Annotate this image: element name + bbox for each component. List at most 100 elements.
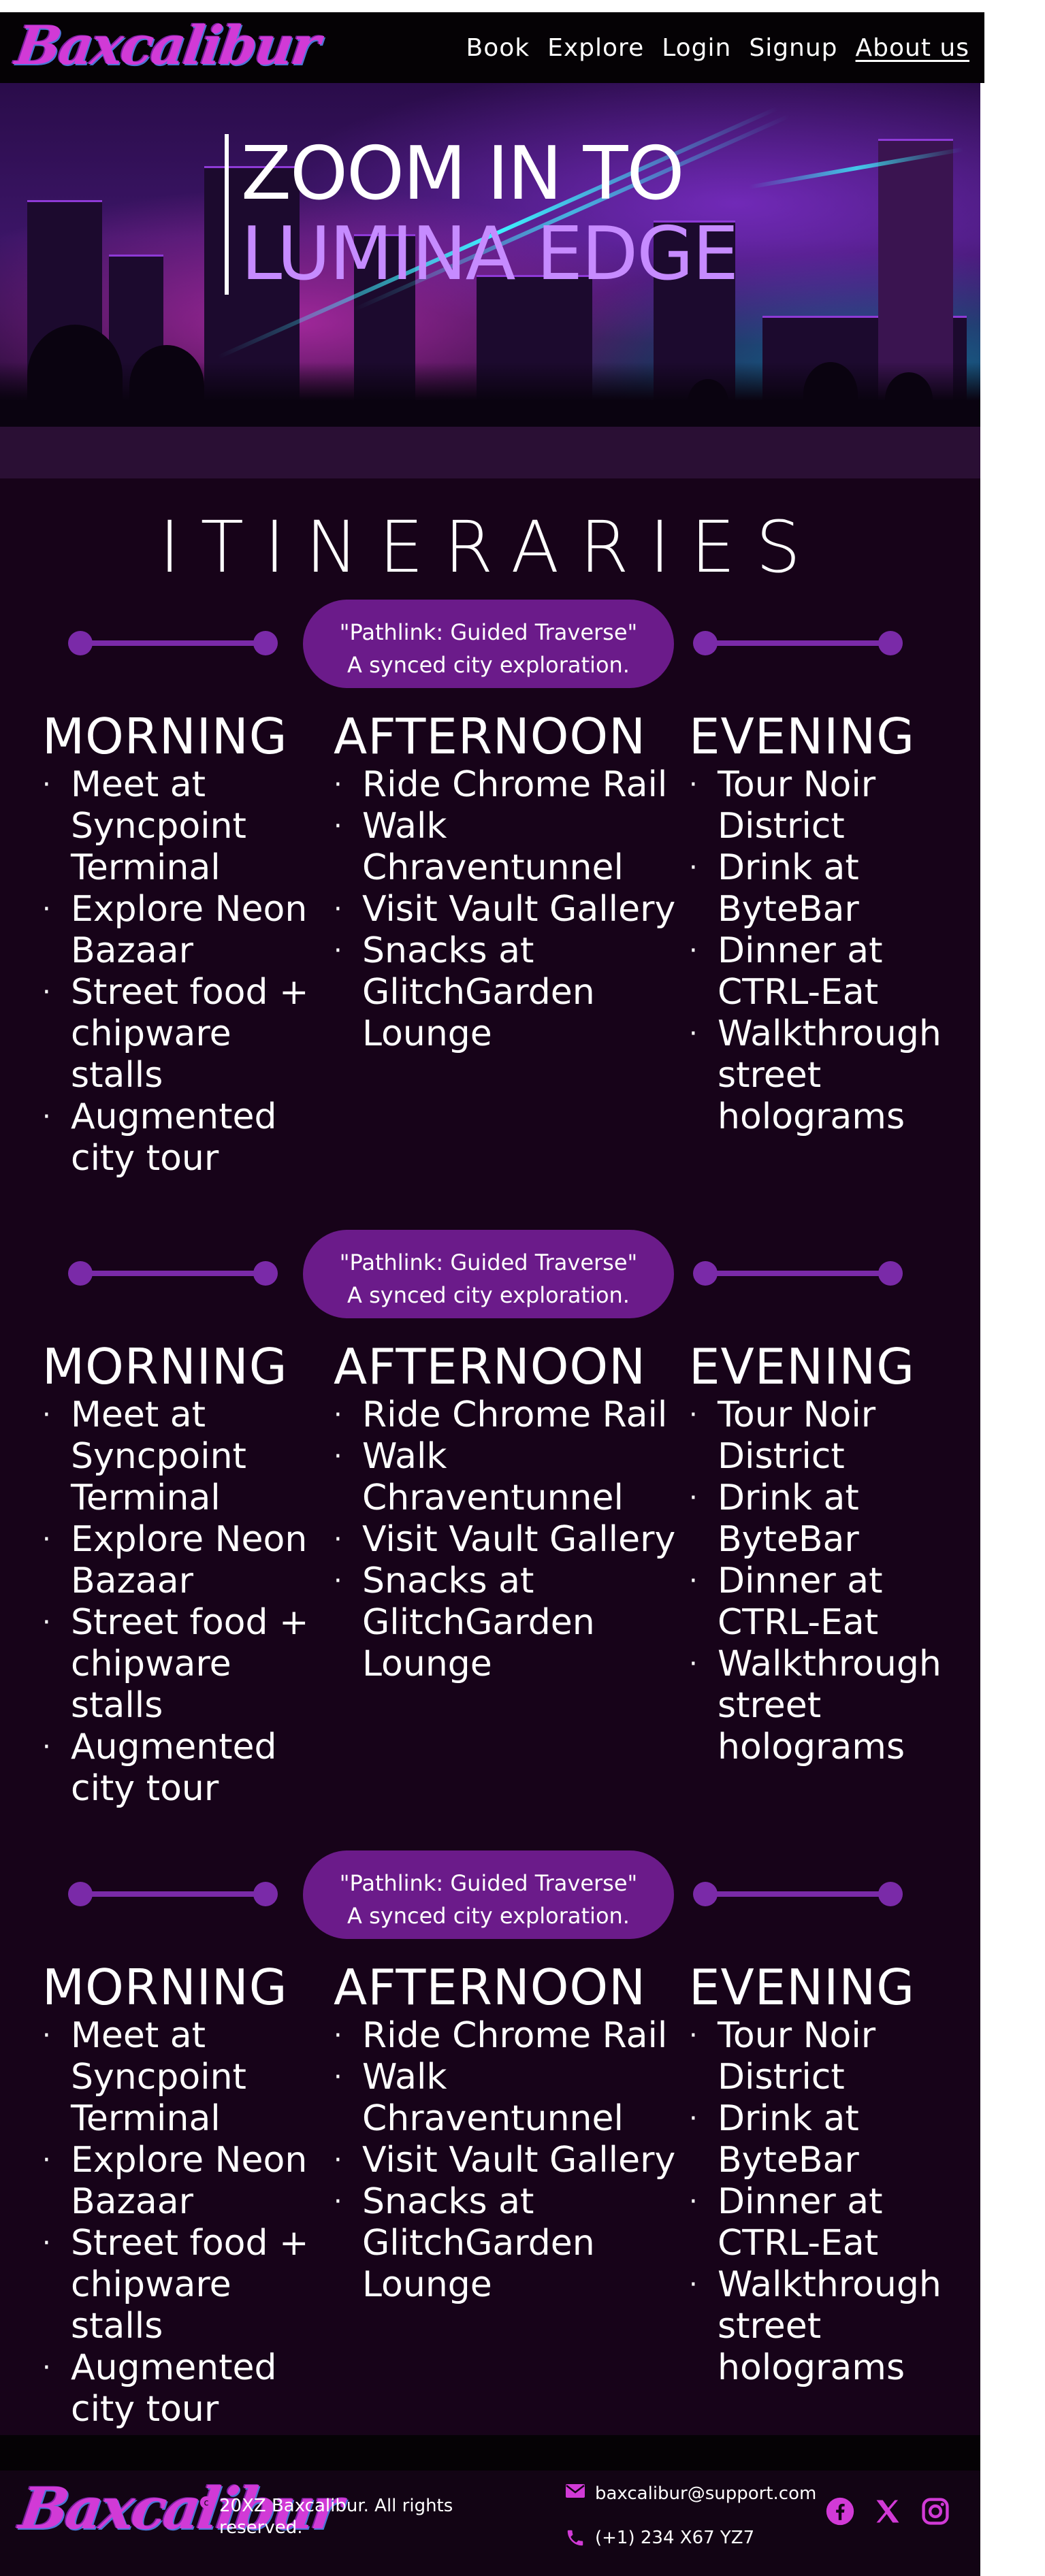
evening-column: EVENING Tour Noir District Drink at Byte… [689, 1959, 968, 2389]
morning-list: Meet at Syncpoint Terminal Explore Neon … [42, 2015, 315, 2430]
connector-dot [253, 631, 278, 655]
email-text[interactable]: baxcalibur@support.com [595, 2483, 816, 2505]
afternoon-heading: AFTERNOON [334, 1959, 646, 2016]
morning-column: MORNING Meet at Syncpoint Terminal Explo… [42, 1959, 315, 2430]
list-item: Ride Chrome Rail [334, 2015, 701, 2057]
afternoon-heading: AFTERNOON [334, 708, 646, 765]
list-item: Dinner at CTRL-Eat [689, 1561, 968, 1644]
afternoon-list: Ride Chrome Rail Walk Chraventunnel Visi… [334, 1395, 701, 1685]
list-item: Dinner at CTRL-Eat [689, 2181, 968, 2264]
list-item: Visit Vault Gallery [334, 889, 701, 930]
connector-dot [878, 1261, 903, 1286]
email-row[interactable]: baxcalibur@support.com [565, 2483, 816, 2505]
list-item: Walk Chraventunnel [334, 2057, 701, 2140]
list-item: Tour Noir District [689, 764, 968, 847]
morning-list: Meet at Syncpoint Terminal Explore Neon … [42, 1395, 315, 1810]
pill-subtitle: A synced city exploration. [347, 652, 630, 678]
hero-title-line2: LUMINA EDGE [241, 212, 739, 297]
connector-line [705, 1891, 890, 1897]
list-item: Explore Neon Bazaar [42, 889, 315, 972]
list-item: Explore Neon Bazaar [42, 1519, 315, 1602]
instagram-icon[interactable] [920, 2496, 950, 2526]
list-item: Meet at Syncpoint Terminal [42, 764, 315, 889]
itinerary-pill[interactable]: "Pathlink: Guided Traverse" A synced cit… [303, 1230, 674, 1318]
itinerary-block: "Pathlink: Guided Traverse" A synced cit… [0, 600, 980, 1233]
afternoon-heading: AFTERNOON [334, 1338, 646, 1395]
nav-link-explore[interactable]: Explore [547, 34, 644, 62]
hero-title-line1: ZOOM IN TO [241, 131, 684, 216]
footer-top-band [0, 2435, 980, 2471]
list-item: Drink at ByteBar [689, 1478, 968, 1561]
list-item: Street food + chipware stalls [42, 972, 315, 1096]
connector-dot [878, 631, 903, 655]
connector-line [705, 1271, 890, 1276]
list-item: Walk Chraventunnel [334, 1436, 701, 1519]
itinerary-block: "Pathlink: Guided Traverse" A synced cit… [0, 1851, 980, 2483]
evening-column: EVENING Tour Noir District Drink at Byte… [689, 708, 968, 1138]
list-item: Tour Noir District [689, 1395, 968, 1478]
list-item: Snacks at GlitchGarden Lounge [334, 930, 701, 1055]
list-item: Snacks at GlitchGarden Lounge [334, 1561, 701, 1685]
pill-subtitle: A synced city exploration. [347, 1903, 630, 1929]
evening-heading: EVENING [689, 1959, 915, 2016]
afternoon-list: Ride Chrome Rail Walk Chraventunnel Visi… [334, 2015, 701, 2306]
social-links [825, 2496, 950, 2526]
hero-divider-strip [0, 427, 980, 478]
connector-dot [253, 1261, 278, 1286]
list-item: Visit Vault Gallery [334, 1519, 701, 1561]
list-item: Street food + chipware stalls [42, 2223, 315, 2347]
nav-link-login[interactable]: Login [662, 34, 731, 62]
list-item: Ride Chrome Rail [334, 764, 701, 806]
list-item: Explore Neon Bazaar [42, 2140, 315, 2223]
list-item: Walkthrough street holograms [689, 2264, 968, 2389]
hero-banner: ZOOM IN TO LUMINA EDGE [0, 83, 980, 427]
copyright-icon: c [199, 2496, 213, 2509]
connector-line [705, 640, 890, 646]
nav-links: Book Explore Login Signup About us [466, 34, 969, 62]
top-nav: Baxcalibur Book Explore Login Signup Abo… [0, 12, 984, 83]
x-icon[interactable] [873, 2496, 903, 2526]
pill-title: "Pathlink: Guided Traverse" [339, 1250, 638, 1275]
list-item: Drink at ByteBar [689, 2098, 968, 2181]
phone-text[interactable]: (+1) 234 X67 YZ7 [595, 2527, 792, 2549]
phone-icon [567, 2530, 583, 2546]
list-item: Meet at Syncpoint Terminal [42, 2015, 315, 2140]
nav-link-signup[interactable]: Signup [749, 34, 837, 62]
nav-link-book[interactable]: Book [466, 34, 530, 62]
afternoon-column: AFTERNOON Ride Chrome Rail Walk Chravent… [334, 1959, 701, 2306]
evening-list: Tour Noir District Drink at ByteBar Dinn… [689, 764, 968, 1138]
facebook-icon[interactable] [825, 2496, 855, 2526]
evening-heading: EVENING [689, 1338, 915, 1395]
afternoon-list: Ride Chrome Rail Walk Chraventunnel Visi… [334, 764, 701, 1055]
list-item: Walkthrough street holograms [689, 1644, 968, 1768]
itineraries-title: ITINERARIES [159, 506, 822, 589]
list-item: Augmented city tour [42, 2347, 315, 2430]
morning-column: MORNING Meet at Syncpoint Terminal Explo… [42, 708, 315, 1179]
phone-row[interactable]: (+1) 234 X67 YZ7 [565, 2527, 792, 2549]
itineraries-section: ITINERARIES "Pathlink: Guided Traverse" … [0, 478, 980, 2435]
pill-title: "Pathlink: Guided Traverse" [339, 1870, 638, 1896]
itinerary-pill[interactable]: "Pathlink: Guided Traverse" A synced cit… [303, 600, 674, 688]
evening-list: Tour Noir District Drink at ByteBar Dinn… [689, 2015, 968, 2389]
list-item: Drink at ByteBar [689, 847, 968, 930]
morning-heading: MORNING [42, 1338, 288, 1395]
hero-title: ZOOM IN TO LUMINA EDGE [225, 131, 739, 297]
morning-column: MORNING Meet at Syncpoint Terminal Explo… [42, 1339, 315, 1810]
brand-logo[interactable]: Baxcalibur [12, 15, 322, 77]
afternoon-column: AFTERNOON Ride Chrome Rail Walk Chravent… [334, 708, 701, 1055]
morning-heading: MORNING [42, 1959, 288, 2016]
connector-line [80, 1271, 266, 1276]
afternoon-column: AFTERNOON Ride Chrome Rail Walk Chravent… [334, 1339, 701, 1685]
list-item: Meet at Syncpoint Terminal [42, 1395, 315, 1519]
list-item: Ride Chrome Rail [334, 1395, 701, 1436]
svg-text:c: c [204, 2498, 208, 2509]
evening-list: Tour Noir District Drink at ByteBar Dinn… [689, 1395, 968, 1768]
connector-dot [253, 1882, 278, 1906]
itinerary-pill[interactable]: "Pathlink: Guided Traverse" A synced cit… [303, 1851, 674, 1939]
connector-line [80, 640, 266, 646]
list-item: Dinner at CTRL-Eat [689, 930, 968, 1013]
copyright-text: 20XZ Baxcalibur. All rights reserved. [219, 2496, 453, 2538]
list-item: Street food + chipware stalls [42, 1602, 315, 1727]
nav-link-about-us[interactable]: About us [856, 34, 969, 62]
list-item: Tour Noir District [689, 2015, 968, 2098]
